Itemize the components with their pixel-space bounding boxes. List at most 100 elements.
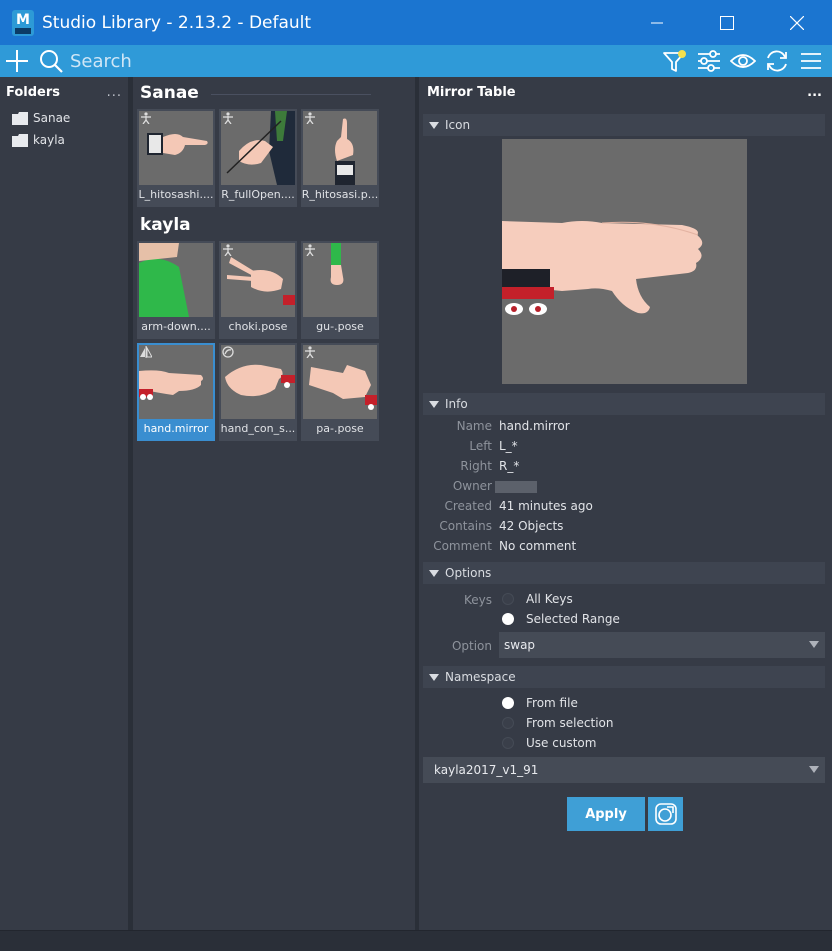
namespace-select[interactable]: kayla2017_v1_91	[423, 757, 825, 783]
search-input[interactable]: Search	[70, 51, 658, 72]
collapse-triangle-icon	[429, 569, 439, 577]
search-icon	[34, 45, 68, 77]
info-key: Contains	[439, 519, 492, 533]
close-button[interactable]	[762, 0, 832, 45]
section-icon-header[interactable]: Icon	[423, 114, 825, 136]
info-row-created: Created 41 minutes ago	[419, 496, 832, 516]
filter-icon	[663, 50, 686, 72]
radio-button[interactable]	[502, 717, 514, 729]
group-divider	[211, 94, 371, 95]
section-namespace-header[interactable]: Namespace	[423, 666, 825, 688]
pose-icon	[305, 346, 315, 358]
library-item-hand-con-selection[interactable]: hand_con_s...	[219, 343, 297, 441]
radio-label: Selected Range	[526, 612, 620, 626]
toolbar: Search	[0, 45, 832, 77]
library-item-pa-pose[interactable]: pa-.pose	[301, 343, 379, 441]
folder-item-sanae[interactable]: Sanae	[0, 107, 128, 129]
maximize-icon	[720, 15, 734, 30]
maximize-button[interactable]	[692, 0, 762, 45]
section-options-header[interactable]: Options	[423, 562, 825, 584]
plus-icon	[6, 50, 28, 72]
radio-button[interactable]	[502, 613, 514, 625]
info-row-contains: Contains 42 Objects	[419, 516, 832, 536]
minimize-icon	[651, 22, 663, 23]
library-item-choki-pose[interactable]: choki.pose	[219, 241, 297, 339]
radio-label: From selection	[526, 716, 614, 730]
info-key: Owner	[452, 479, 492, 493]
pose-icon	[223, 112, 233, 124]
radio-button[interactable]	[502, 697, 514, 709]
options-keys-row: Keys	[419, 590, 832, 610]
folder-icon	[12, 111, 28, 125]
details-menu-button[interactable]: ...	[807, 85, 822, 100]
library-item-gu-pose[interactable]: gu-.pose	[301, 241, 379, 339]
pose-icon	[305, 112, 315, 124]
folder-label: kayla	[33, 133, 65, 147]
collapse-triangle-icon	[429, 121, 439, 129]
radio-label: All Keys	[526, 592, 573, 606]
folders-menu-button[interactable]: ...	[107, 85, 122, 100]
section-label: Namespace	[445, 670, 516, 684]
pose-icon	[305, 244, 315, 256]
info-row-left: Left L_*	[419, 436, 832, 456]
option-key: Option	[451, 639, 492, 653]
status-bar	[0, 930, 832, 951]
item-label: L_hitosashi....	[138, 188, 214, 201]
info-value: R_*	[499, 459, 520, 473]
minimize-button[interactable]	[622, 0, 692, 45]
filter-button[interactable]	[658, 45, 692, 77]
apply-button[interactable]: Apply	[567, 797, 645, 831]
refresh-icon	[767, 50, 787, 72]
option-select-value: swap	[504, 638, 536, 652]
options-icon	[654, 803, 677, 825]
refresh-button[interactable]	[760, 45, 794, 77]
radio-from-file[interactable]: From file	[499, 693, 578, 713]
radio-button[interactable]	[502, 593, 514, 605]
item-label: arm-down....	[141, 320, 211, 333]
item-label: hand_con_s...	[220, 422, 296, 435]
radio-from-selection[interactable]: From selection	[499, 713, 613, 733]
option-key: Keys	[463, 593, 492, 607]
selection-set-icon	[222, 346, 234, 358]
maya-app-icon: M	[12, 9, 34, 36]
details-panel: Mirror Table ... Icon Info Name hand.mir…	[419, 77, 832, 930]
info-row-name: Name hand.mirror	[419, 416, 832, 436]
radio-all-keys[interactable]: All Keys	[499, 589, 573, 609]
radio-selected-range[interactable]: Selected Range	[499, 609, 620, 629]
group-title-sanae: Sanae	[140, 83, 199, 103]
settings-sliders-button[interactable]	[692, 45, 726, 77]
library-item-l-hitosashi[interactable]: L_hitosashi....	[137, 109, 215, 207]
library-item-hand-mirror[interactable]: hand.mirror	[137, 343, 215, 441]
folder-item-kayla[interactable]: kayla	[0, 129, 128, 151]
radio-use-custom[interactable]: Use custom	[499, 733, 596, 753]
item-label: gu-.pose	[316, 320, 364, 333]
item-preview-image	[502, 139, 747, 384]
section-label: Info	[445, 397, 468, 411]
radio-label: From file	[526, 696, 578, 710]
option-select[interactable]: swap	[499, 632, 825, 658]
info-row-right: Right R_*	[419, 456, 832, 476]
chevron-down-icon	[809, 766, 819, 773]
info-value: L_*	[499, 439, 518, 453]
info-key: Comment	[433, 539, 492, 553]
section-info-header[interactable]: Info	[423, 393, 825, 415]
folders-header: Folders ...	[0, 77, 128, 107]
library-item-r-fullopen[interactable]: R_fullOpen....	[219, 109, 297, 207]
menu-button[interactable]	[794, 45, 828, 77]
folders-title: Folders	[6, 84, 61, 100]
add-button[interactable]	[0, 45, 34, 77]
hamburger-icon	[801, 53, 821, 69]
item-label: R_fullOpen....	[221, 188, 295, 201]
mirror-icon	[140, 346, 152, 358]
folder-label: Sanae	[33, 111, 71, 125]
view-button[interactable]	[726, 45, 760, 77]
collapse-triangle-icon	[429, 673, 439, 681]
pose-icon	[223, 244, 233, 256]
section-label: Options	[445, 566, 492, 580]
library-item-r-hitosasi[interactable]: R_hitosasi.p...	[301, 109, 379, 207]
item-label: R_hitosasi.p...	[301, 188, 379, 201]
apply-options-button[interactable]	[648, 797, 683, 831]
library-item-arm-down[interactable]: arm-down....	[137, 241, 215, 339]
radio-button[interactable]	[502, 737, 514, 749]
info-value: 41 minutes ago	[499, 499, 593, 513]
